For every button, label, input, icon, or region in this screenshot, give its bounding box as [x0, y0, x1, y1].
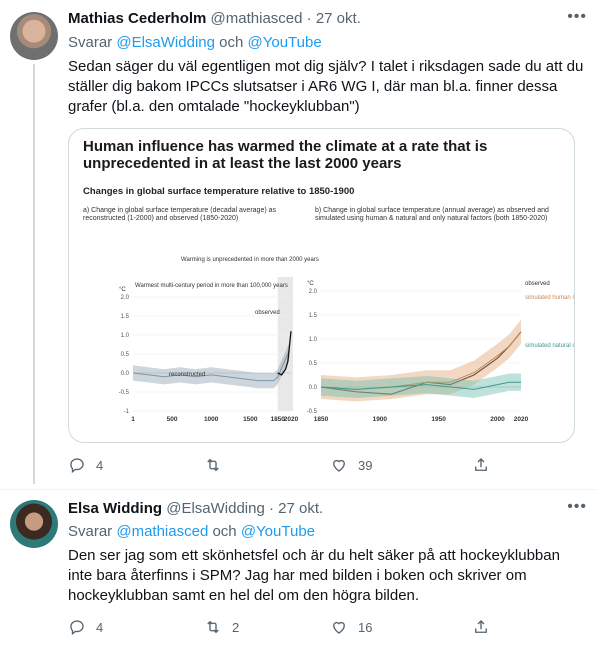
- panel-b-xtick-label: 1950: [431, 416, 446, 423]
- share-icon: [475, 620, 487, 633]
- reply-and: och: [219, 34, 244, 51]
- author-handle[interactable]: @mathiasced: [211, 10, 303, 27]
- reply-context: Svarar @mathiasced och @YouTube: [68, 523, 315, 540]
- reply-prefix: Svarar: [68, 34, 113, 51]
- like-count: 39: [358, 457, 373, 473]
- panel-a-ytick-label: 1.0: [121, 333, 130, 339]
- panel-a-ytick-label: 2.0: [121, 295, 130, 301]
- label-reconstructed: reconstructed: [169, 372, 205, 378]
- avatar-mathias[interactable]: [10, 12, 58, 60]
- panel-b-xtick-label: 2000: [490, 416, 505, 423]
- panel-a-ytick-label: -1: [124, 409, 130, 415]
- more-icon[interactable]: •••: [567, 498, 587, 516]
- author-name[interactable]: Elsa Widding: [68, 500, 162, 517]
- tweet-1-header: Mathias Cederholm @mathiasced · 27 okt.: [68, 10, 361, 27]
- label-observed-b: observed: [525, 281, 550, 287]
- panel-a-xtick-label: 500: [167, 416, 178, 423]
- panel-b-unit: °C: [307, 281, 314, 287]
- reply-mention-1[interactable]: @mathiasced: [116, 523, 208, 540]
- panel-a-xtick-label: 1000: [204, 416, 219, 423]
- share-icon: [475, 458, 487, 471]
- panel-b-xtick-label: 1900: [373, 416, 388, 423]
- tweet-text: Den ser jag som ett skönhetsfel och är d…: [68, 547, 560, 604]
- thread-line: [33, 64, 35, 484]
- reply-count: 4: [96, 619, 104, 635]
- reply-context: Svarar @ElsaWidding och @YouTube: [68, 34, 322, 51]
- panel-a-xtick-label: 2020: [284, 416, 299, 423]
- reply-button[interactable]: 4: [68, 456, 103, 474]
- tweet-media-figure[interactable]: Human influence has warmed the climate a…: [68, 128, 575, 443]
- annot-warmest: Warmest multi-century period in more tha…: [135, 283, 288, 289]
- panel-b-ytick-label: 2.0: [309, 289, 318, 295]
- reply-mention-2[interactable]: @YouTube: [241, 523, 315, 540]
- reply-mention-2[interactable]: @YouTube: [248, 34, 322, 51]
- reply-prefix: Svarar: [68, 523, 113, 540]
- panel-a-ytick-label: 1.5: [121, 314, 130, 320]
- retweet-button[interactable]: 2: [204, 618, 239, 636]
- panel-b-ytick-label: 0.0: [309, 385, 318, 391]
- tweet-1[interactable]: Mathias Cederholm @mathiasced · 27 okt. …: [0, 0, 597, 490]
- tweet-2-actions: 4 2 16: [68, 618, 518, 638]
- retweet-icon: [207, 620, 219, 634]
- retweet-count: 2: [232, 619, 240, 635]
- like-icon: [333, 459, 345, 472]
- tweet-1-actions: 4 39: [68, 456, 518, 476]
- tweet-date[interactable]: 27 okt.: [316, 10, 361, 27]
- panel-a-ytick-label: 0.5: [121, 352, 130, 358]
- annot-unprecedented: Warming is unprecedented in more than 20…: [181, 257, 319, 263]
- panel-b-ytick-label: 1.5: [309, 313, 318, 319]
- avatar-elsa[interactable]: [10, 500, 58, 548]
- more-icon[interactable]: •••: [567, 8, 587, 26]
- tweet-2-header: Elsa Widding @ElsaWidding · 27 okt.: [68, 500, 323, 517]
- author-handle[interactable]: @ElsaWidding: [166, 500, 265, 517]
- panel-a-unit: °C: [119, 287, 126, 293]
- tweet-date[interactable]: 27 okt.: [278, 500, 323, 517]
- separator-dot: ·: [306, 10, 312, 27]
- reply-count: 4: [96, 457, 104, 473]
- share-button[interactable]: [472, 456, 490, 474]
- retweet-button[interactable]: [204, 456, 232, 474]
- like-button[interactable]: 39: [330, 456, 372, 474]
- tweet-text: Sedan säger du väl egentligen mot dig sj…: [68, 58, 584, 115]
- figure-chart-area: °C-1-0.50.00.51.01.52.01 500 1000 1500 18502…: [119, 257, 574, 423]
- label-sim-natural: simulated natural only (solar & volcanic…: [525, 343, 574, 349]
- tweet-2[interactable]: Elsa Widding @ElsaWidding · 27 okt. ••• …: [0, 490, 597, 649]
- share-button[interactable]: [472, 618, 490, 636]
- panel-a-xtick-label: 1500: [243, 416, 258, 423]
- reply-and: och: [212, 523, 237, 540]
- panel-a-xtick-label: 1: [131, 416, 135, 423]
- author-name[interactable]: Mathias Cederholm: [68, 10, 206, 27]
- reply-mention-1[interactable]: @ElsaWidding: [116, 34, 215, 51]
- separator-dot: ·: [269, 500, 274, 517]
- like-button[interactable]: 16: [330, 618, 372, 636]
- panel-b-ytick-label: 1.0: [309, 337, 318, 343]
- label-observed-a: observed: [255, 310, 280, 316]
- like-icon: [333, 621, 345, 634]
- reply-button[interactable]: 4: [68, 618, 103, 636]
- panel-b-ytick-label: 0.5: [309, 361, 318, 367]
- panel-a-ytick-label: -0.5: [119, 390, 130, 396]
- panel-a-band-0: [133, 342, 290, 389]
- retweet-icon: [207, 458, 219, 472]
- like-count: 16: [358, 619, 373, 635]
- panel-b-xtick-label: 1850: [314, 416, 329, 423]
- reply-icon: [70, 620, 84, 636]
- panel-b-xtick-label: 2020: [514, 416, 529, 423]
- label-sim-human: simulated human & natural: [525, 295, 574, 301]
- panel-a-ytick-label: 0.0: [121, 371, 130, 377]
- panel-b-ytick-label: -0.5: [307, 409, 318, 415]
- reply-icon: [70, 458, 84, 474]
